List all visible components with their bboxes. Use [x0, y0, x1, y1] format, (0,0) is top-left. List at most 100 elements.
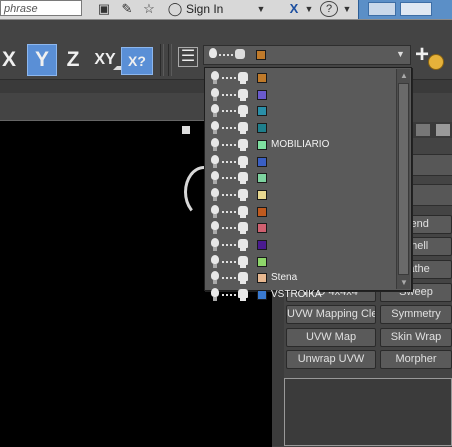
lightbulb-icon[interactable]: [211, 137, 219, 147]
axis-plane-button[interactable]: X?: [121, 47, 153, 75]
layer-list-item[interactable]: [207, 87, 397, 103]
render-hand-icon[interactable]: [238, 88, 248, 101]
binoculars-icon[interactable]: ▣: [96, 1, 112, 17]
layer-list-item[interactable]: [207, 220, 397, 236]
maximize-button[interactable]: [400, 2, 432, 16]
layer-color-swatch[interactable]: [257, 156, 267, 167]
modifier-morpher-button[interactable]: Morpher: [380, 350, 452, 369]
layer-list-item[interactable]: [207, 103, 397, 119]
render-hand-icon[interactable]: [238, 289, 248, 302]
lightbulb-icon[interactable]: [211, 221, 219, 231]
modifier-unwrap-uvw-button[interactable]: Unwrap UVW: [286, 350, 376, 369]
freeze-dash-icon[interactable]: [222, 210, 236, 215]
freeze-dash-icon[interactable]: [222, 244, 236, 248]
lightbulb-icon[interactable]: [211, 271, 219, 281]
hierarchy-tab-icon[interactable]: [436, 124, 450, 136]
help-icon[interactable]: ?: [320, 1, 338, 17]
modifier-uvw-mapping-clear-button[interactable]: UVW Mapping Clear: [286, 305, 376, 324]
layer-combo[interactable]: [203, 45, 411, 65]
freeze-dash-icon[interactable]: [222, 193, 236, 198]
render-hand-icon[interactable]: [238, 205, 248, 218]
modifier-symmetry-button[interactable]: Symmetry: [380, 305, 452, 324]
render-hand-icon[interactable]: [238, 272, 248, 285]
scroll-up-icon[interactable]: ▲: [400, 71, 408, 80]
modifier-skin-wrap-button[interactable]: Skin Wrap: [380, 328, 452, 347]
layer-color-swatch[interactable]: [257, 273, 267, 284]
minimize-button[interactable]: [368, 2, 396, 16]
layer-color-swatch[interactable]: [257, 89, 267, 100]
layer-color-swatch[interactable]: [257, 106, 267, 117]
axis-z-button[interactable]: Z: [60, 44, 86, 76]
layer-list-item[interactable]: [207, 70, 397, 86]
help-chevron-icon[interactable]: ▼: [342, 1, 352, 17]
freeze-dash-icon[interactable]: [222, 260, 236, 265]
axis-y-button[interactable]: Y: [27, 44, 57, 76]
freeze-dash-icon[interactable]: [222, 143, 236, 148]
render-hand-icon[interactable]: [238, 172, 248, 185]
lightbulb-icon[interactable]: [211, 104, 219, 114]
render-hand-icon[interactable]: [238, 138, 248, 151]
layer-list-item[interactable]: [207, 254, 397, 270]
freeze-dash-icon[interactable]: [222, 177, 236, 181]
lightbulb-icon[interactable]: [211, 254, 219, 264]
dropdown-scrollbar[interactable]: ▲ ▼: [396, 69, 410, 289]
freeze-dash-icon[interactable]: [222, 110, 236, 114]
freeze-dash-icon[interactable]: [222, 294, 236, 298]
modify-tab-icon[interactable]: [416, 124, 430, 136]
communication-center-icon[interactable]: ✎: [119, 1, 135, 17]
freeze-dash-icon[interactable]: [222, 277, 236, 281]
combo-dropdown-arrow-icon[interactable]: ▼: [396, 49, 405, 59]
layer-color-swatch[interactable]: [257, 173, 267, 184]
search-input[interactable]: phrase: [0, 0, 82, 16]
modifier-uvw-map-button[interactable]: UVW Map: [286, 328, 376, 347]
layer-list-item[interactable]: [207, 120, 397, 136]
axis-xy-button[interactable]: XY: [90, 44, 120, 76]
layer-color-swatch[interactable]: [257, 123, 267, 134]
sign-in-chevron-icon[interactable]: ▼: [256, 1, 266, 17]
layer-color-swatch[interactable]: [257, 223, 267, 234]
layer-color-swatch[interactable]: [257, 73, 267, 83]
lightbulb-icon[interactable]: [211, 204, 219, 214]
layer-list-item[interactable]: MOBILIARIO: [207, 137, 397, 153]
freeze-dash-icon[interactable]: [222, 227, 236, 231]
render-hand-icon[interactable]: [238, 239, 248, 251]
modifier-stack-view[interactable]: [284, 378, 452, 446]
layer-list-item[interactable]: [207, 204, 397, 220]
axis-x-button[interactable]: X: [0, 44, 18, 76]
layer-color-swatch[interactable]: [257, 240, 267, 250]
layer-color-swatch[interactable]: [257, 139, 267, 150]
freeze-dash-icon[interactable]: [222, 160, 236, 165]
layer-color-swatch[interactable]: [257, 189, 267, 200]
render-hand-icon[interactable]: [238, 122, 248, 135]
exchange-x-icon[interactable]: X: [286, 1, 302, 17]
render-hand-icon[interactable]: [238, 188, 248, 201]
sign-in-link[interactable]: Sign In: [186, 0, 223, 18]
freeze-dash-icon[interactable]: [222, 127, 236, 131]
lightbulb-icon[interactable]: [211, 71, 219, 80]
render-hand-icon[interactable]: [238, 155, 248, 168]
render-hand-icon[interactable]: [238, 72, 248, 84]
render-hand-icon[interactable]: [238, 105, 248, 118]
layer-list-item[interactable]: VSTROIKA: [207, 287, 397, 303]
lightbulb-icon[interactable]: [211, 288, 219, 298]
layer-color-swatch[interactable]: [257, 206, 267, 217]
lightbulb-icon[interactable]: [211, 154, 219, 164]
layer-list-item[interactable]: [207, 187, 397, 203]
layer-list-item[interactable]: [207, 237, 397, 253]
layer-list-item[interactable]: [207, 154, 397, 170]
layer-color-swatch[interactable]: [257, 290, 267, 301]
exchange-chevron-icon[interactable]: ▼: [304, 1, 314, 17]
render-hand-icon[interactable]: [238, 255, 248, 268]
layer-manager-button[interactable]: [178, 47, 198, 67]
layer-list-item[interactable]: [207, 170, 397, 186]
scrollbar-thumb[interactable]: [398, 83, 409, 275]
layer-dropdown-list[interactable]: MOBILIARIO Stena VSTROIKA ▲ ▼: [204, 67, 412, 302]
layer-color-swatch[interactable]: [257, 256, 267, 267]
lightbulb-icon[interactable]: [211, 121, 219, 131]
favorites-star-icon[interactable]: ☆: [141, 1, 157, 17]
lightbulb-icon[interactable]: [211, 238, 219, 247]
freeze-dash-icon[interactable]: [222, 77, 236, 81]
lightbulb-icon[interactable]: [211, 171, 219, 181]
render-hand-icon[interactable]: [238, 222, 248, 235]
layer-list-item[interactable]: Stena: [207, 270, 397, 286]
